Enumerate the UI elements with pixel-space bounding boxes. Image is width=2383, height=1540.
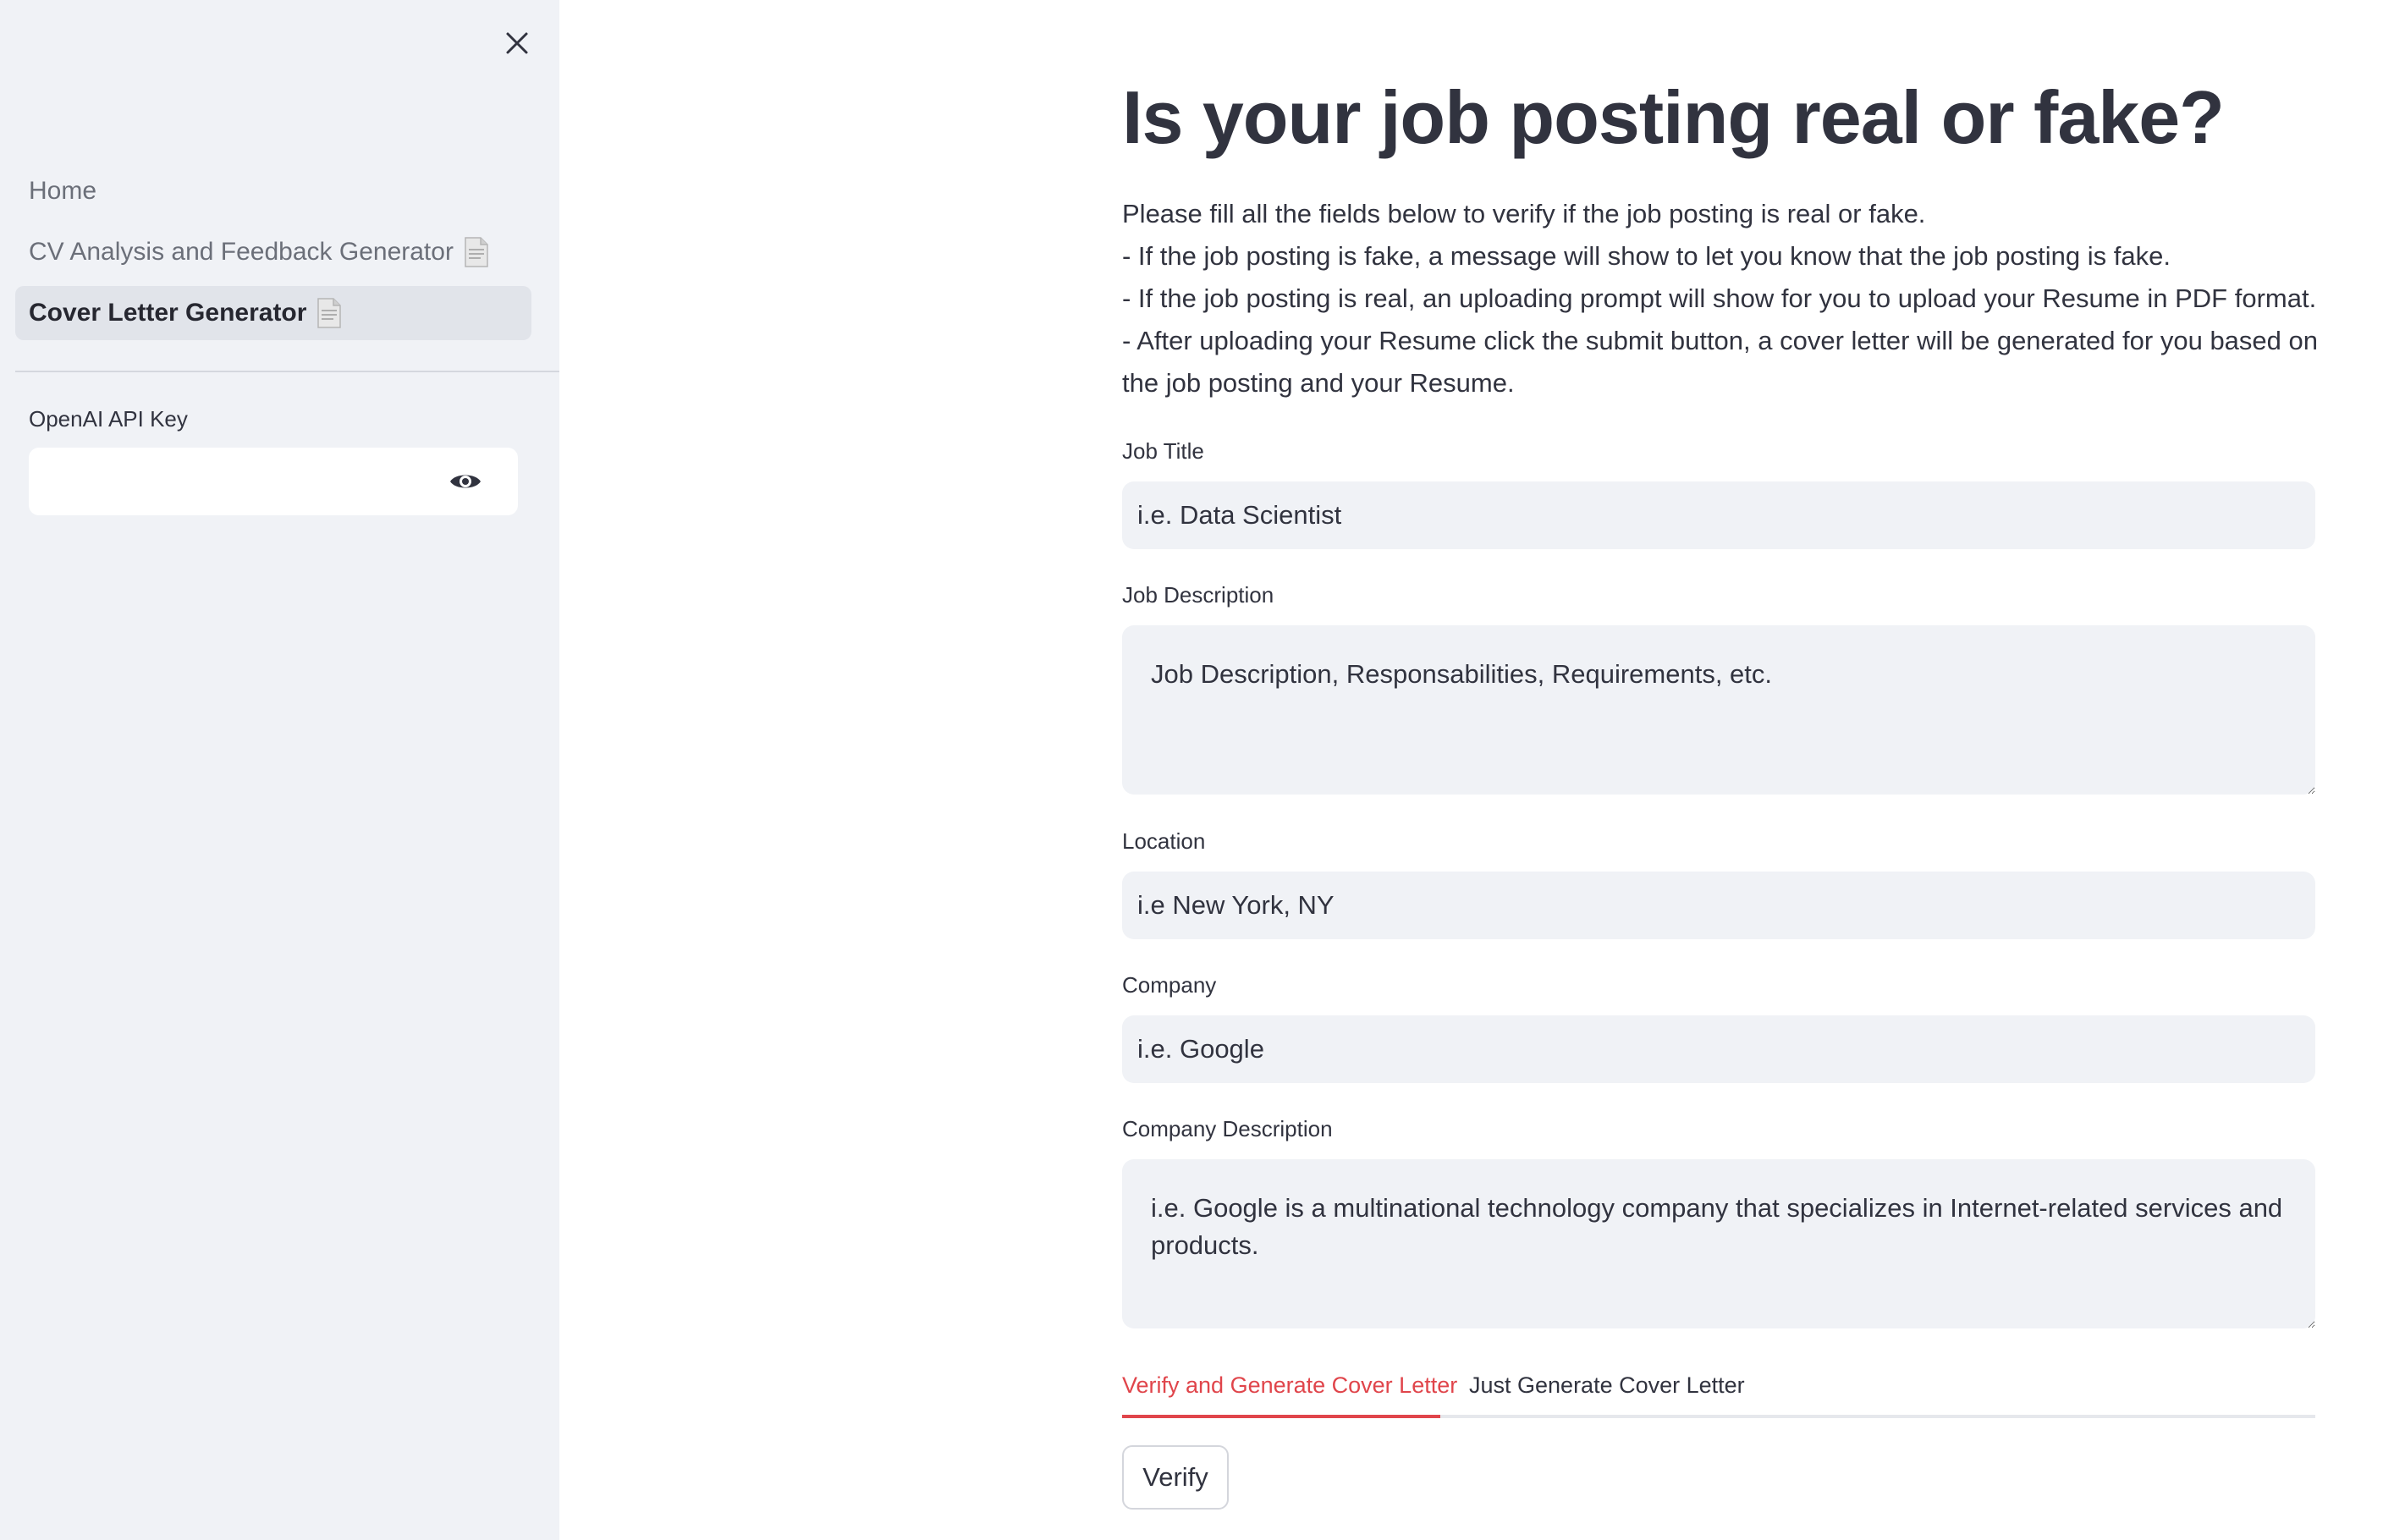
company-label: Company	[1122, 972, 1217, 998]
job-title-input[interactable]	[1122, 481, 2315, 549]
tab-just-generate[interactable]: Just Generate Cover Letter	[1469, 1372, 1745, 1399]
show-password-button[interactable]	[447, 465, 484, 498]
job-description-label: Job Description	[1122, 582, 1274, 608]
intro-text: Please fill all the fields below to veri…	[1122, 193, 2324, 404]
location-label: Location	[1122, 828, 1206, 854]
close-sidebar-button[interactable]	[498, 24, 537, 63]
api-key-input[interactable]	[29, 448, 427, 515]
sidebar-item-home[interactable]: Home	[15, 164, 531, 218]
page-title: Is your job posting real or fake?	[1122, 75, 2225, 159]
company-input[interactable]	[1122, 1015, 2315, 1083]
api-key-field	[29, 448, 518, 515]
tab-bar: Verify and Generate Cover Letter Just Ge…	[1122, 1354, 2315, 1420]
document-icon	[317, 298, 342, 328]
job-title-label: Job Title	[1122, 438, 1204, 464]
tab-verify-and-generate[interactable]: Verify and Generate Cover Letter	[1122, 1372, 1457, 1399]
company-description-label: Company Description	[1122, 1116, 1333, 1141]
sidebar-item-cv-analysis[interactable]: CV Analysis and Feedback Generator	[15, 225, 531, 279]
api-key-label: OpenAI API Key	[29, 406, 188, 432]
intro-line: - After uploading your Resume click the …	[1122, 326, 2318, 355]
intro-line: the job posting and your Resume.	[1122, 368, 1515, 398]
sidebar-item-cover-letter[interactable]: Cover Letter Generator	[15, 286, 531, 340]
eye-icon	[450, 475, 481, 488]
sidebar: Home CV Analysis and Feedback Generator …	[0, 0, 559, 1540]
company-description-textarea[interactable]	[1122, 1159, 2315, 1328]
sidebar-item-label: Cover Letter Generator	[29, 299, 307, 327]
intro-line: - If the job posting is fake, a message …	[1122, 241, 2171, 271]
sidebar-nav: Home CV Analysis and Feedback Generator …	[15, 164, 531, 347]
active-tab-indicator	[1122, 1415, 1440, 1418]
document-icon	[465, 237, 488, 267]
sidebar-item-label: CV Analysis and Feedback Generator	[29, 238, 454, 266]
intro-line: - If the job posting is real, an uploadi…	[1122, 283, 2317, 313]
sidebar-item-label: Home	[29, 177, 97, 205]
intro-line: Please fill all the fields below to veri…	[1122, 199, 1926, 228]
verify-button[interactable]: Verify	[1122, 1445, 1229, 1510]
sidebar-divider	[15, 371, 559, 372]
job-description-textarea[interactable]	[1122, 625, 2315, 795]
close-icon	[506, 32, 528, 54]
location-input[interactable]	[1122, 872, 2315, 939]
